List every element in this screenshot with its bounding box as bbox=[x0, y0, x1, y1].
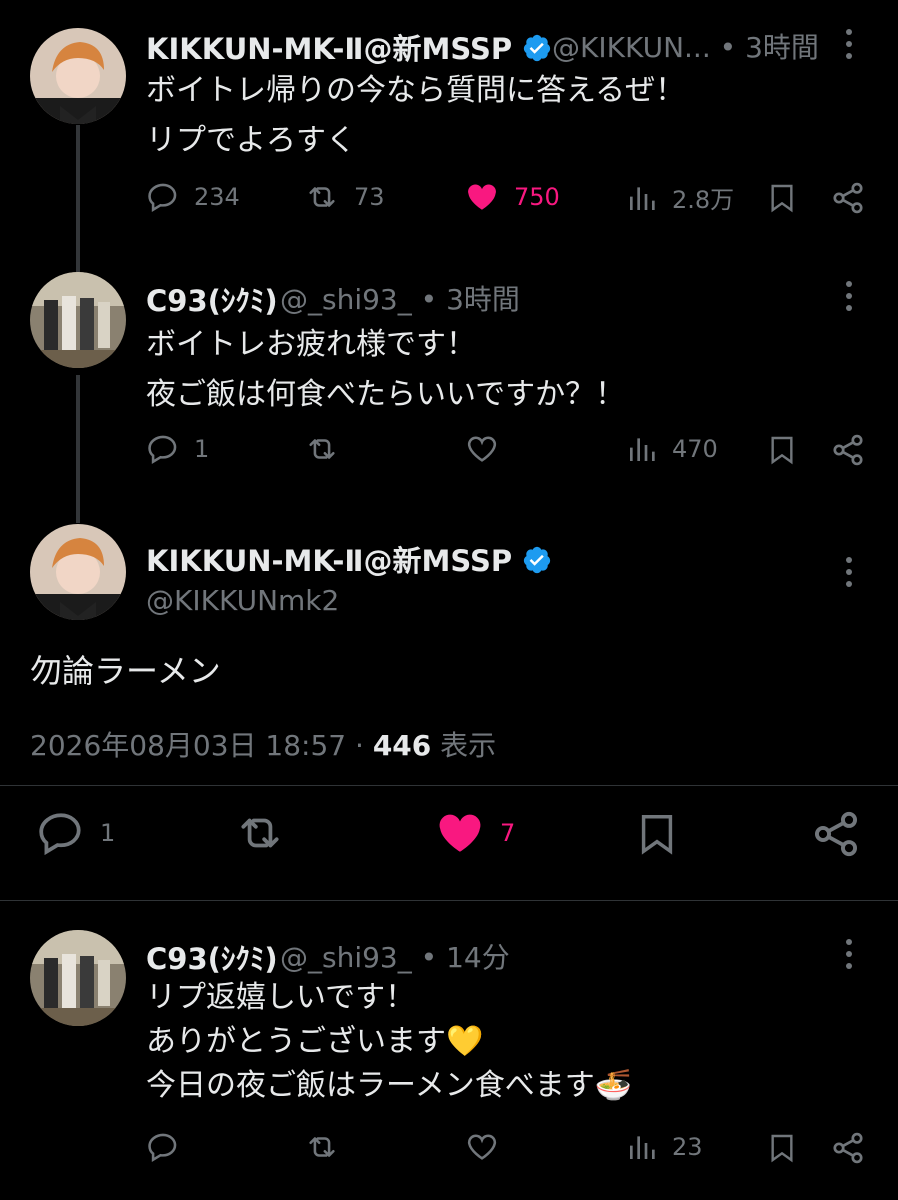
verified-badge-icon bbox=[524, 546, 551, 574]
share-icon[interactable] bbox=[830, 1130, 866, 1166]
avatar[interactable] bbox=[30, 28, 126, 124]
author-name[interactable]: KIKKUN-MK-Ⅱ@新MSSP bbox=[146, 26, 552, 68]
retweet-icon bbox=[241, 818, 279, 848]
tweet-text: ボイトレ帰りの今なら質問に答えるぜ！ リプでよろすく bbox=[146, 73, 686, 158]
avatar[interactable] bbox=[30, 272, 126, 368]
reply-button[interactable]: 234 bbox=[146, 180, 240, 214]
analytics-icon bbox=[630, 438, 655, 461]
thread-line bbox=[76, 375, 80, 523]
more-icon[interactable] bbox=[834, 552, 864, 592]
reply-icon bbox=[148, 1133, 177, 1163]
like-button[interactable]: 7 bbox=[434, 808, 515, 858]
author-handle[interactable]: @KIKKUNmk2 bbox=[146, 584, 339, 617]
tweet-time: 14分 bbox=[446, 941, 510, 974]
heart-filled-icon bbox=[439, 814, 481, 852]
verified-badge-icon bbox=[524, 34, 551, 62]
retweet-button[interactable] bbox=[232, 808, 288, 858]
like-button[interactable] bbox=[464, 1130, 500, 1164]
share-icon[interactable] bbox=[830, 432, 866, 468]
author-name[interactable]: C93(ｼｸﾐ) bbox=[146, 936, 278, 978]
views-button[interactable]: 23 bbox=[626, 1130, 703, 1164]
tweet-time: 3時間 bbox=[745, 31, 819, 64]
tweet-text: 勿論ラーメン bbox=[30, 652, 221, 690]
tweet-time: 3時間 bbox=[446, 283, 520, 316]
divider bbox=[0, 785, 898, 786]
retweet-button[interactable]: 73 bbox=[304, 180, 385, 214]
share-icon[interactable] bbox=[830, 180, 866, 216]
reply-icon bbox=[148, 435, 177, 465]
avatar[interactable] bbox=[30, 930, 126, 1026]
author-handle[interactable]: @_shi93_ • 3時間 bbox=[280, 278, 520, 318]
reply-button[interactable]: 1 bbox=[146, 432, 209, 466]
thread-line bbox=[76, 125, 80, 273]
like-button[interactable]: 750 bbox=[464, 180, 560, 214]
bookmark-icon[interactable] bbox=[766, 432, 798, 468]
retweet-icon bbox=[309, 439, 335, 459]
heart-icon bbox=[467, 1134, 497, 1160]
retweet-button[interactable] bbox=[304, 432, 340, 466]
avatar[interactable] bbox=[30, 524, 126, 620]
reply-button[interactable] bbox=[146, 1130, 180, 1164]
tweet-meta: 2026年08月03日 18:57 · 446 表示 bbox=[30, 729, 497, 762]
author-handle[interactable]: @KIKKUN... • 3時間 bbox=[552, 26, 819, 66]
heart-icon bbox=[467, 436, 497, 462]
more-icon[interactable] bbox=[834, 24, 864, 64]
author-handle[interactable]: @_shi93_ • 14分 bbox=[280, 936, 510, 976]
tweet-datetime[interactable]: 2026年08月03日 18:57 bbox=[30, 729, 346, 762]
heart-filled-icon bbox=[468, 184, 496, 210]
more-icon[interactable] bbox=[834, 934, 864, 974]
author-name[interactable]: C93(ｼｸﾐ) bbox=[146, 278, 278, 320]
reply-icon bbox=[39, 813, 81, 856]
author-name[interactable]: KIKKUN-MK-Ⅱ@新MSSP bbox=[146, 538, 552, 580]
bookmark-icon[interactable] bbox=[766, 1130, 798, 1166]
bookmark-icon[interactable] bbox=[766, 180, 798, 216]
bookmark-icon[interactable] bbox=[634, 808, 680, 860]
views-button[interactable]: 2.8万 bbox=[626, 180, 734, 215]
tweet-text: ボイトレお疲れ様です！ 夜ご飯は何食べたらいいですか？！ bbox=[146, 327, 626, 412]
views-button[interactable]: 470 bbox=[626, 432, 718, 466]
analytics-icon bbox=[630, 1136, 655, 1159]
view-count: 446 bbox=[372, 729, 432, 762]
tweet-text: リプ返嬉しいです！ ありがとうございます💛 今日の夜ご飯はラーメン食べます🍜 bbox=[146, 980, 633, 1103]
reply-button[interactable]: 1 bbox=[36, 808, 115, 858]
divider bbox=[0, 900, 898, 901]
like-button[interactable] bbox=[464, 432, 500, 466]
reply-icon bbox=[148, 183, 177, 213]
more-icon[interactable] bbox=[834, 276, 864, 316]
views-label: 表示 bbox=[440, 729, 497, 762]
retweet-icon bbox=[309, 1137, 335, 1157]
share-icon[interactable] bbox=[810, 808, 862, 860]
retweet-button[interactable] bbox=[304, 1130, 340, 1164]
analytics-icon bbox=[630, 186, 655, 210]
retweet-icon bbox=[309, 187, 335, 207]
